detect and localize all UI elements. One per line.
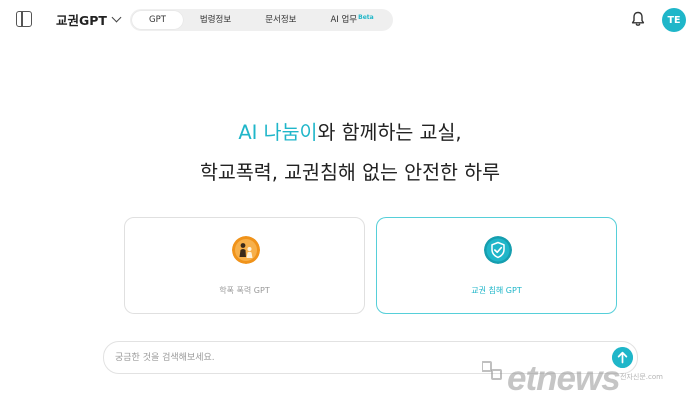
teacher-rights-gpt-label: 교권 침해 GPT (471, 286, 522, 295)
school-violence-gpt-label: 학폭 폭력 GPT (219, 286, 270, 295)
avatar[interactable]: TE (662, 8, 686, 32)
tab-law-info-label: 법령정보 (199, 15, 232, 25)
hero-title-line-1: AI 나눔이와 함께하는 교실, (0, 116, 700, 145)
bell-icon[interactable] (631, 11, 645, 27)
hero-title-line-2: 학교폭력, 교권침해 없는 안전한 하루 (199, 161, 501, 184)
tab-document-info-label: 문서정보 (265, 15, 297, 25)
model-name: 교권GPT (56, 13, 107, 28)
model-selector[interactable]: 교권GPT (56, 10, 122, 29)
chevron-down-icon (111, 12, 122, 23)
watermark-suffix: .com (645, 373, 663, 381)
beta-badge: Beta (358, 14, 374, 21)
tab-ai-work-label: AI 업무 (330, 15, 358, 25)
shield-icon (484, 236, 512, 264)
school-violence-icon (232, 236, 260, 264)
teacher-rights-gpt-card[interactable]: 교권 침해 GPT (376, 217, 617, 314)
tab-gpt[interactable]: GPT (132, 11, 183, 29)
hero-line-1-rest: 와 함께하는 교실, (317, 121, 462, 144)
watermark-text: etnews (507, 359, 621, 398)
top-bar: 교권GPT GPT 법령정보 문서정보 AI 업무Beta TE (0, 0, 700, 40)
tab-law-info[interactable]: 법령정보 (183, 11, 248, 29)
watermark-subtext: 전자신문.com (620, 372, 663, 382)
tab-document-info[interactable]: 문서정보 (248, 11, 313, 29)
mode-tabs: GPT 법령정보 문서정보 AI 업무Beta (130, 9, 393, 31)
watermark-sub: 전자신문 (620, 373, 646, 381)
sidebar-toggle-icon[interactable] (16, 11, 32, 27)
school-violence-gpt-card[interactable]: 학폭 폭력 GPT (124, 217, 365, 314)
hero-highlight: AI 나눔이 (238, 121, 318, 144)
tab-gpt-label: GPT (149, 15, 166, 25)
tab-ai-work[interactable]: AI 업무Beta (313, 11, 390, 29)
